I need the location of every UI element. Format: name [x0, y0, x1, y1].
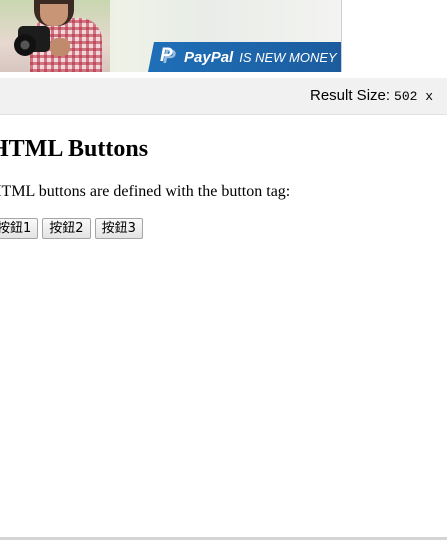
paypal-banner-bar[interactable]: PP PayPal IS NEW MONEY: [148, 42, 341, 72]
result-size-bar: Result Size: 502 x: [0, 78, 447, 115]
button-2[interactable]: 按鈕2: [42, 218, 91, 239]
paypal-brand-text: PayPal: [184, 48, 234, 66]
button-row: 按鈕1 按鈕2 按鈕3: [0, 218, 147, 239]
paypal-logo-icon: PP: [160, 45, 176, 68]
page-description: HTML buttons are defined with the button…: [0, 183, 291, 200]
result-size-value: 502 x: [394, 89, 434, 104]
advertisement-banner[interactable]: PP PayPal IS NEW MONEY: [0, 0, 342, 72]
page-heading: HTML Buttons: [0, 136, 149, 162]
camera-lens-icon: [14, 34, 36, 56]
ad-photo-face: [40, 4, 68, 26]
result-size-label: Result Size:: [310, 87, 391, 104]
paypal-tagline: IS NEW MONEY: [239, 49, 337, 65]
page: PP PayPal IS NEW MONEY Result Size: 502 x…: [0, 0, 447, 540]
result-size-readout: Result Size: 502 x: [310, 87, 433, 104]
result-frame: HTML Buttons HTML buttons are defined wi…: [0, 116, 447, 537]
ad-photo-hand: [50, 38, 70, 56]
ad-photo-image: [0, 0, 110, 72]
button-3[interactable]: 按鈕3: [94, 218, 143, 239]
button-1[interactable]: 按鈕1: [0, 218, 39, 239]
